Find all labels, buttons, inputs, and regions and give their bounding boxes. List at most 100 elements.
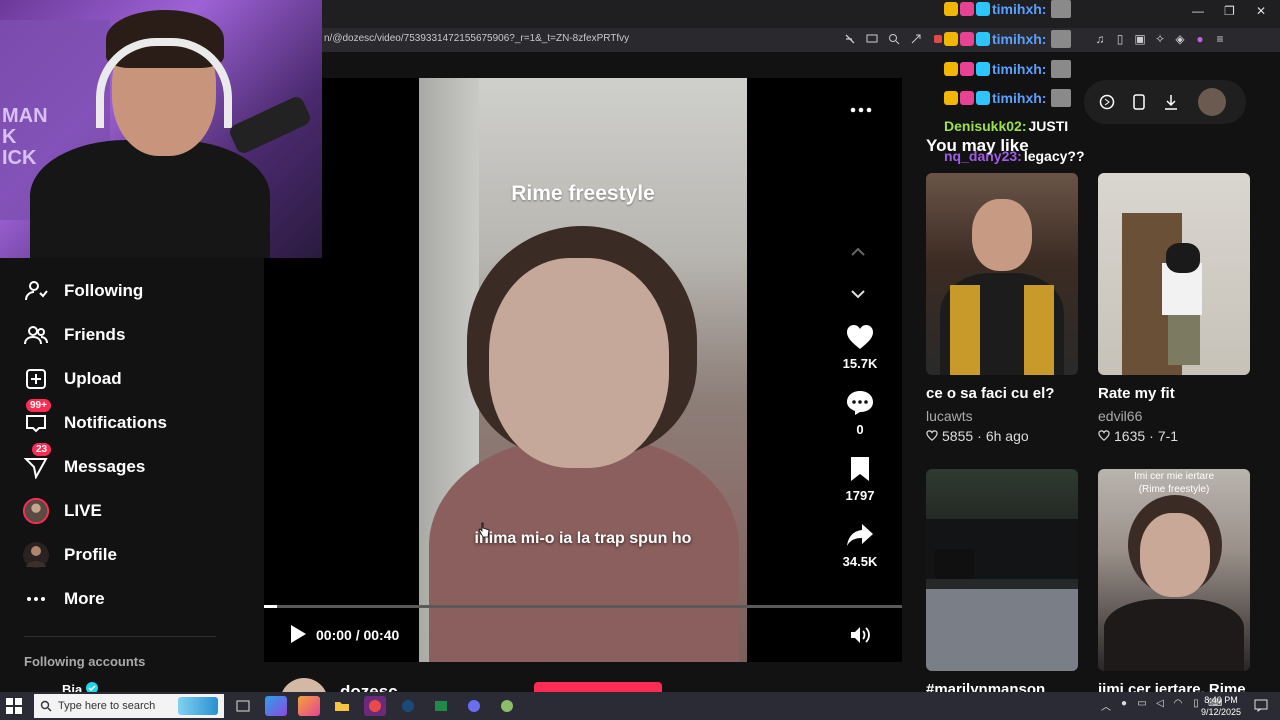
- sidebar-item-label: Notifications: [64, 413, 167, 432]
- sidebar-item-more[interactable]: More: [22, 584, 105, 614]
- card-likes: 1635: [1114, 428, 1146, 444]
- video-thumbnail[interactable]: [926, 173, 1078, 375]
- sidebar-item-upload[interactable]: Upload: [22, 364, 122, 394]
- left-sidebar: Following Friends Upload 99+ Notificatio…: [0, 258, 264, 697]
- windows-start-icon[interactable]: [6, 698, 22, 714]
- chat-emote-image: [1051, 60, 1072, 78]
- discord-icon[interactable]: [463, 696, 485, 716]
- save-button[interactable]: 1797: [830, 454, 890, 503]
- tracking-off-icon[interactable]: [842, 31, 858, 47]
- chat-emote-image: [1051, 89, 1072, 107]
- sidebar-item-label: More: [64, 589, 105, 608]
- share-button[interactable]: 34.5K: [830, 520, 890, 569]
- favorites-icon[interactable]: ✧: [1152, 31, 1168, 47]
- volume-icon[interactable]: [850, 626, 872, 644]
- copilot-icon[interactable]: ●: [1192, 31, 1208, 47]
- video-thumbnail[interactable]: [1098, 173, 1250, 375]
- thumbnail-overlay-line: Imi cer mie iertare: [1133, 471, 1214, 482]
- menu-icon[interactable]: ≡: [1212, 31, 1228, 47]
- url-text[interactable]: n/@dozesc/video/7539331472155675906?_r=1…: [324, 33, 629, 44]
- video-frame[interactable]: Rime freestyle inima mi-o ia la trap spu…: [419, 78, 747, 662]
- recommended-video-card[interactable]: ce o sa faci cu el? lucawts 5855 · 6h ag…: [926, 173, 1078, 444]
- task-view-icon[interactable]: [232, 696, 254, 716]
- chat-username: timihxh:: [992, 61, 1047, 77]
- download-icon[interactable]: [1162, 93, 1180, 111]
- chat-username: nq_dany23:: [944, 148, 1022, 164]
- chat-message: legacy??: [1023, 148, 1085, 164]
- chat-username: Denisukk02:: [944, 118, 1027, 134]
- card-author[interactable]: edvil66: [1098, 408, 1250, 424]
- network-icon[interactable]: ▭: [1136, 698, 1148, 712]
- chat-line: timihxh:: [944, 0, 1072, 18]
- wifi-icon[interactable]: ◠: [1172, 698, 1184, 712]
- video-time: 00:00 / 00:40: [316, 627, 400, 643]
- notification-center-icon[interactable]: [1254, 698, 1268, 712]
- share-page-icon[interactable]: [908, 31, 924, 47]
- comment-button[interactable]: 0: [830, 388, 890, 437]
- recommended-video-card[interactable]: #marilynmanson: [926, 469, 1078, 698]
- widgets-app-icon[interactable]: [265, 696, 287, 716]
- copilot-app-icon[interactable]: [298, 696, 320, 716]
- live-icon: [22, 497, 50, 525]
- gem-emote-icon: [976, 91, 990, 105]
- steam-icon[interactable]: [397, 696, 419, 716]
- comment-icon: [845, 388, 875, 418]
- maximize-button[interactable]: ❐: [1224, 4, 1235, 18]
- window-controls: — ❐ ✕: [1192, 4, 1266, 18]
- sidebar-item-label: Profile: [64, 545, 117, 564]
- crown-emote-icon: [944, 2, 958, 16]
- card-author[interactable]: lucawts: [926, 408, 1078, 424]
- like-count: 15.7K: [842, 356, 878, 371]
- sidebar-item-label: LIVE: [64, 501, 102, 520]
- card-time: 6h ago: [985, 428, 1029, 444]
- sidebar-item-following[interactable]: Following: [22, 276, 143, 306]
- crown-emote-icon: [944, 91, 958, 105]
- badge-emote-icon: [960, 62, 974, 76]
- volume-tray-icon[interactable]: ◁: [1154, 698, 1166, 712]
- video-thumbnail[interactable]: [926, 469, 1078, 671]
- search-placeholder: Type here to search: [58, 700, 156, 712]
- sidebar-item-messages[interactable]: 23 Messages: [22, 443, 145, 482]
- file-explorer-icon[interactable]: [331, 696, 353, 716]
- zoom-icon[interactable]: [886, 31, 902, 47]
- share-count: 34.5K: [842, 554, 878, 569]
- taskbar-search-input[interactable]: Type here to search: [34, 694, 224, 718]
- close-button[interactable]: ✕: [1256, 4, 1266, 18]
- sidebar-divider: [24, 636, 216, 637]
- screen-icon[interactable]: [864, 31, 880, 47]
- tray-chevron-icon[interactable]: ︿: [1100, 698, 1112, 713]
- like-button[interactable]: 15.7K: [830, 322, 890, 371]
- shield-icon[interactable]: ◈: [1172, 31, 1188, 47]
- recommended-video-card[interactable]: Rate my fit edvil66 1635 · 7-1: [1098, 173, 1250, 444]
- xbox-icon[interactable]: [430, 696, 452, 716]
- sidebar-item-notifications[interactable]: 99+ Notifications: [22, 399, 167, 438]
- sidebar-item-label: Following: [64, 281, 144, 300]
- stream-chat-overlay: timihxh: timihxh: timihxh: timihxh: Deni…: [944, 0, 1144, 170]
- video-progress-bar[interactable]: [264, 605, 902, 608]
- previous-video-icon[interactable]: [850, 244, 866, 262]
- card-likes: 5855: [942, 428, 974, 444]
- notifications-badge: 99+: [26, 399, 51, 412]
- microphone-tray-icon[interactable]: ●: [1118, 698, 1130, 712]
- sidebar-item-friends[interactable]: Friends: [22, 320, 125, 350]
- recommended-video-card[interactable]: Imi cer mie iertare (Rime freestyle) iim…: [1098, 469, 1250, 698]
- webcam-poster-text: MAN K ICK: [2, 106, 48, 169]
- taskbar-clock[interactable]: 8:40 PM 9/12/2025: [1198, 694, 1244, 718]
- taskbar-apps: [232, 696, 518, 716]
- video-thumbnail[interactable]: Imi cer mie iertare (Rime freestyle): [1098, 469, 1250, 671]
- chat-username: timihxh:: [992, 90, 1047, 106]
- play-icon[interactable]: [288, 624, 308, 644]
- minimize-button[interactable]: —: [1192, 4, 1204, 18]
- hand-cursor-icon: [478, 522, 490, 538]
- sidebar-item-live[interactable]: LIVE: [22, 496, 102, 526]
- friends-icon: [22, 321, 50, 349]
- clock-date: 9/12/2025: [1200, 707, 1242, 717]
- video-scene-face: [489, 258, 669, 468]
- more-options-icon[interactable]: [850, 96, 872, 119]
- user-avatar[interactable]: [1198, 88, 1226, 116]
- sidebar-item-profile[interactable]: Profile: [22, 540, 117, 570]
- card-title: ce o sa faci cu el?: [926, 385, 1055, 402]
- next-video-icon[interactable]: [850, 286, 866, 304]
- browser-app-icon[interactable]: [364, 696, 386, 716]
- game-app-icon[interactable]: [496, 696, 518, 716]
